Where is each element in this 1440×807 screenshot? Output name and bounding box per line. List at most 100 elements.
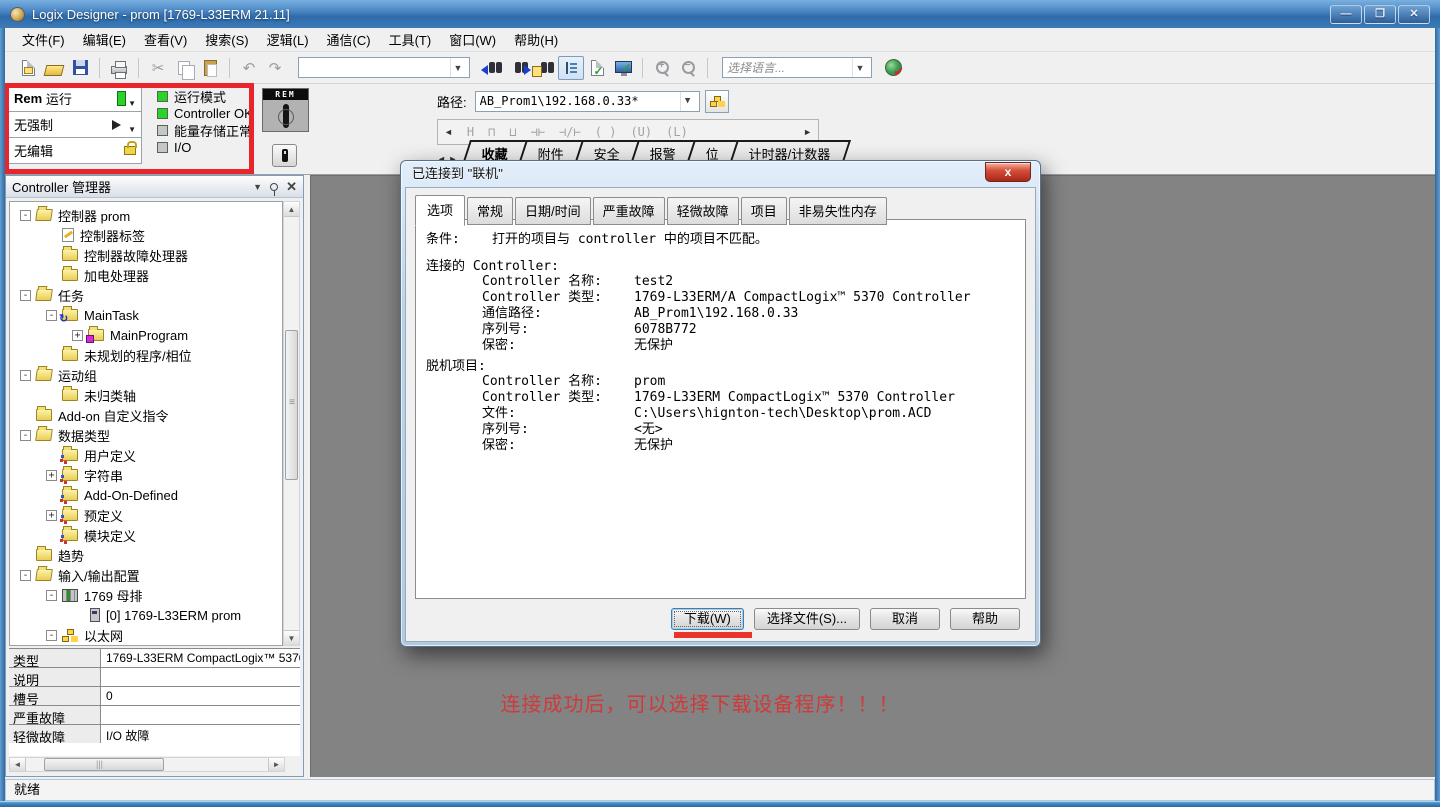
menu-search[interactable]: 搜索(S) (196, 27, 257, 52)
tree-item-powerup-handler[interactable]: 加电处理器 (10, 265, 282, 285)
tree-item-fault-handler[interactable]: 控制器故障处理器 (10, 245, 282, 265)
tree-item-unscheduled[interactable]: 未规划的程序/相位 (10, 345, 282, 365)
expand-icon[interactable] (46, 470, 57, 481)
tree-item-1769-bus[interactable]: 1769 母排 (10, 585, 282, 605)
tab-options[interactable]: 选项 (415, 195, 465, 226)
maximize-button[interactable]: ❐ (1364, 5, 1396, 24)
scrollbar-thumb[interactable] (285, 330, 298, 480)
paste-icon[interactable] (197, 56, 223, 80)
tab-project[interactable]: 项目 (741, 197, 787, 225)
xio-contact-icon[interactable]: ⊣/⊢ (559, 125, 581, 139)
chevron-down-icon[interactable]: ▼ (253, 182, 262, 192)
tree-item-mainprogram[interactable]: MainProgram (10, 325, 282, 345)
tree-item-controller[interactable]: 控制器 prom (10, 205, 282, 225)
menu-edit[interactable]: 编辑(E) (74, 27, 135, 52)
tree-item-io-configuration[interactable]: 输入/输出配置 (10, 565, 282, 585)
copy-icon[interactable] (171, 56, 197, 80)
collapse-icon[interactable] (20, 430, 31, 441)
path-combobox[interactable]: AB_Prom1\192.168.0.33* ▼ (475, 91, 700, 112)
tree-item-ungrouped-axes[interactable]: 未归类轴 (10, 385, 282, 405)
verify-routine-icon[interactable] (584, 56, 610, 80)
keyswitch-button[interactable] (272, 144, 297, 167)
scroll-right-icon[interactable]: ► (268, 758, 284, 771)
horizontal-scrollbar[interactable]: ◄ ► (9, 757, 285, 772)
collapse-icon[interactable] (20, 570, 31, 581)
save-icon[interactable] (67, 56, 93, 80)
scroll-up-icon[interactable]: ▲ (284, 202, 299, 217)
download-button[interactable]: 下载(W) (671, 608, 744, 630)
tab-major-faults[interactable]: 严重故障 (593, 197, 665, 225)
tree-vertical-scrollbar[interactable]: ▲ ▼ (283, 201, 300, 646)
close-button[interactable]: ✕ (1398, 5, 1430, 24)
search-replace-icon[interactable] (532, 56, 558, 80)
tree-item-strings[interactable]: 字符串 (10, 465, 282, 485)
edits-row[interactable]: 无编辑 (8, 137, 142, 164)
menu-help[interactable]: 帮助(H) (505, 27, 567, 52)
tab-minor-faults[interactable]: 轻微故障 (667, 197, 739, 225)
select-file-button[interactable]: 选择文件(S)... (754, 608, 860, 630)
menu-window[interactable]: 窗口(W) (440, 27, 505, 52)
ote-coil-icon[interactable]: ( ) (595, 125, 617, 139)
collapse-icon[interactable] (20, 210, 31, 221)
otu-coil-icon[interactable]: (U) (630, 125, 652, 139)
expand-icon[interactable] (46, 510, 57, 521)
tree-item-data-types[interactable]: 数据类型 (10, 425, 282, 445)
collapse-icon[interactable] (20, 290, 31, 301)
tree-item-addon-defined[interactable]: Add-On-Defined (10, 485, 282, 505)
tree-item-controller-tags[interactable]: 控制器标签 (10, 225, 282, 245)
tree-item-ethernet[interactable]: 以太网 (10, 625, 282, 645)
ladder-scroll-left-icon[interactable]: ◄ (444, 127, 453, 137)
collapse-icon[interactable] (46, 630, 57, 641)
mode-dropdown-icon[interactable]: ▼ (128, 99, 136, 108)
pin-icon[interactable] (270, 183, 278, 191)
scroll-left-icon[interactable]: ◄ (10, 758, 26, 771)
scroll-down-icon[interactable]: ▼ (284, 630, 299, 645)
cancel-button[interactable]: 取消 (870, 608, 940, 630)
tab-nonvolatile-memory[interactable]: 非易失性内存 (789, 197, 887, 225)
tree-item-maintask[interactable]: MainTask (10, 305, 282, 325)
otl-coil-icon[interactable]: (L) (666, 125, 688, 139)
new-icon[interactable] (15, 56, 41, 80)
browse-network-button[interactable] (705, 90, 729, 113)
zoom-in-icon[interactable]: + (649, 56, 675, 80)
zoom-out-icon[interactable]: − (675, 56, 701, 80)
menu-view[interactable]: 查看(V) (135, 27, 196, 52)
minimize-button[interactable]: — (1330, 5, 1362, 24)
menu-file[interactable]: 文件(F) (13, 27, 74, 52)
scrollbar-thumb[interactable] (44, 758, 164, 771)
search-forward-icon[interactable] (506, 56, 532, 80)
toolbar-combobox[interactable]: ▼ (298, 57, 470, 78)
collapse-icon[interactable] (20, 370, 31, 381)
dialog-close-button[interactable]: x (985, 162, 1031, 182)
redo-icon[interactable]: ↷ (262, 56, 288, 80)
menu-tools[interactable]: 工具(T) (380, 27, 441, 52)
collapse-icon[interactable] (46, 310, 57, 321)
help-button[interactable]: 帮助 (950, 608, 1020, 630)
ladder-scroll-right-icon[interactable]: ► (803, 127, 812, 137)
tree-item-addon-instructions[interactable]: Add-on 自定义指令 (10, 405, 282, 425)
expand-icon[interactable] (72, 330, 83, 341)
organizer-toggle-icon[interactable] (558, 56, 584, 80)
branch-level-icon[interactable]: ⊔ (509, 125, 516, 139)
tree-item-predefined[interactable]: 预定义 (10, 505, 282, 525)
close-panel-icon[interactable]: ✕ (286, 179, 297, 195)
tree-item-tasks[interactable]: 任务 (10, 285, 282, 305)
tree-item-user-defined[interactable]: 用户定义 (10, 445, 282, 465)
language-check-icon[interactable] (880, 56, 906, 80)
xic-contact-icon[interactable]: ⊣⊢ (531, 125, 545, 139)
branch-icon[interactable]: ⊓ (488, 125, 495, 139)
tab-date-time[interactable]: 日期/时间 (515, 197, 591, 225)
rung-icon[interactable]: H (467, 125, 474, 139)
tab-general[interactable]: 常规 (467, 197, 513, 225)
forces-row[interactable]: 无强制 ▼ (8, 111, 142, 138)
tree-item-motion-groups[interactable]: 运动组 (10, 365, 282, 385)
cut-icon[interactable]: ✂ (145, 56, 171, 80)
controller-mode-row[interactable]: Rem 运行 ▼ (8, 85, 142, 112)
tree-item-module-defined[interactable]: 模块定义 (10, 525, 282, 545)
tree-item-controller-module[interactable]: [0] 1769-L33ERM prom (10, 605, 282, 625)
undo-icon[interactable]: ↶ (236, 56, 262, 80)
verify-controller-icon[interactable] (610, 56, 636, 80)
menu-communications[interactable]: 通信(C) (318, 27, 380, 52)
search-back-icon[interactable] (480, 56, 506, 80)
tree-item-trends[interactable]: 趋势 (10, 545, 282, 565)
